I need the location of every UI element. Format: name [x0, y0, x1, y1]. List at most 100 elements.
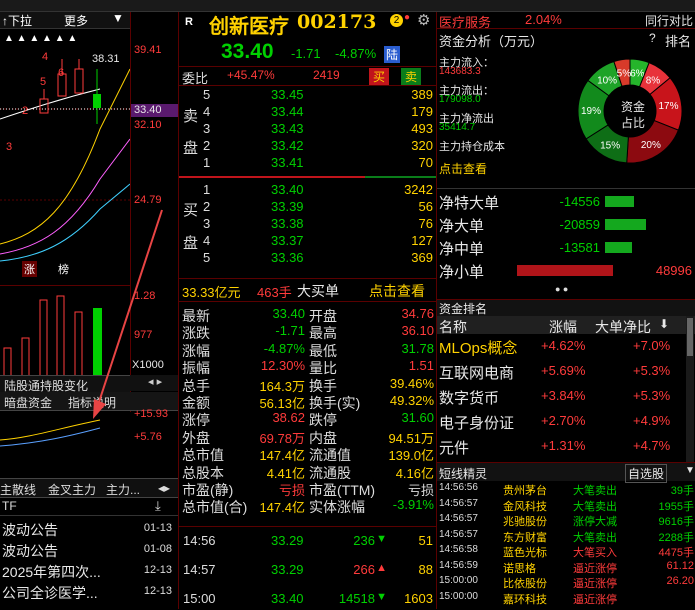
shortline-row[interactable]: 15:00:00 嘉环科技 逼近涨停	[437, 591, 695, 606]
quote-row: 最新 33.40 开盘 34.76	[179, 306, 437, 324]
quote-row: 总市值 147.4亿 流通值 139.0亿	[179, 445, 437, 463]
orderbook-price: 33.41	[271, 155, 304, 170]
donut-slice-label: 8%	[646, 75, 661, 86]
rank-net: +4.7%	[633, 438, 671, 453]
fund-rank-link[interactable]: 排名	[665, 31, 691, 50]
fund-rank-row[interactable]: MLOps概念 +4.62% +7.0%	[437, 336, 687, 358]
axis-price: 39.41	[134, 44, 162, 56]
tab-main-force[interactable]: 主力...	[106, 481, 140, 498]
orderbook-row[interactable]: 4 33.37 127	[179, 233, 437, 250]
news-item[interactable]: 波动公告 01-13	[0, 520, 178, 540]
toolbar-more-button[interactable]: 更多	[64, 12, 88, 29]
col-name[interactable]: 名称	[439, 317, 467, 337]
tick-price: 33.29	[271, 562, 304, 577]
left-toolbar: ↑下拉 更多 ▼	[0, 11, 130, 29]
rank-name: 元件	[439, 440, 470, 457]
shortline-stock: 金风科技	[503, 500, 547, 513]
arrow-down-icon: ▼	[376, 533, 387, 545]
orderbook-level: 1	[203, 182, 211, 197]
tab-scroll-icon[interactable]: ◂▸	[158, 481, 170, 495]
kline-count-label: 6	[58, 67, 65, 79]
netflow-label: 净大单	[439, 218, 485, 235]
svg-text:▲ ▲ ▲ ▲ ▲ ▲: ▲ ▲ ▲ ▲ ▲ ▲	[4, 33, 77, 44]
shortline-row[interactable]: 15:00:00 比依股份 逼近涨停 26.20	[437, 575, 695, 590]
quote-value: 164.3万	[259, 378, 305, 394]
kline-count-label: 2	[22, 105, 29, 117]
toolbar-pull-button[interactable]: ↑下拉	[2, 12, 32, 29]
netflow-list: 净特大单 -14556 净大单 -20859 净中单 -13581 净小单 48996	[437, 192, 695, 282]
orderbook-price: 33.38	[271, 216, 304, 231]
fund-rank-row[interactable]: 电子身份证 +2.70% +4.9%	[437, 411, 687, 433]
quote-row: 总股本 4.41亿 流通股 4.16亿	[179, 463, 437, 481]
orderbook-row[interactable]: 3 33.38 76	[179, 216, 437, 233]
orderbook-row[interactable]: 4 33.44 179	[179, 104, 437, 121]
orderbook-row[interactable]: 2 33.42 320	[179, 138, 437, 155]
netflow-bar	[605, 196, 634, 207]
shortline-filter-select[interactable]: 自选股	[625, 464, 668, 483]
buy-button[interactable]: 买	[369, 68, 390, 85]
orderbook-volume: 493	[411, 121, 433, 136]
shortline-row[interactable]: 14:56:57 兆驰股份 涨停大减 9616手	[437, 513, 695, 528]
pager-dots[interactable]: ● ●	[555, 284, 568, 294]
shortline-row[interactable]: 14:56:59 诺思格 逼近涨停 61.12	[437, 560, 695, 575]
axis-price: 32.10	[134, 119, 162, 131]
rank-scrollbar[interactable]	[686, 316, 694, 466]
chevron-down-icon[interactable]: ▼	[685, 465, 695, 476]
download-icon[interactable]: ⤓	[155, 498, 161, 514]
dropdown-icon[interactable]: ▼	[112, 11, 124, 25]
fund-rank-row[interactable]: 元件 +1.31% +4.7%	[437, 436, 687, 458]
peer-compare-link[interactable]: 同行对比	[645, 12, 693, 29]
shortline-row[interactable]: 14:56:57 东方财富 大笔卖出 2288手	[437, 529, 695, 544]
orderbook-volume: 70	[418, 155, 433, 170]
fund-rank-row[interactable]: 数字货币 +3.84% +5.3%	[437, 386, 687, 408]
info-icon[interactable]: 2	[390, 14, 403, 27]
shortline-row[interactable]: 14:56:56 贵州茅台 大笔卖出 39手	[437, 482, 695, 497]
orderbook-volume: 3242	[404, 182, 433, 197]
news-item[interactable]: 公司全诊医学... 12-13	[0, 583, 178, 603]
sector-name[interactable]: 医疗服务	[439, 12, 491, 31]
gear-icon[interactable]: ⚙	[417, 11, 430, 29]
shortline-type: 涨停大减	[573, 516, 617, 528]
news-item[interactable]: 2025年第四次... 12-13	[0, 562, 178, 582]
shortline-row[interactable]: 14:56:57 金风科技 大笔卖出 1955手	[437, 498, 695, 513]
tick-time: 14:56	[183, 533, 216, 548]
shortline-type: 大笔买入	[573, 547, 617, 559]
tab-golden-cross[interactable]: 金叉主力	[48, 481, 96, 498]
netflow-row: 净大单 -20859	[437, 215, 695, 235]
help-icon[interactable]: ?	[649, 31, 656, 45]
orderbook-row[interactable]: 5 33.45 389	[179, 87, 437, 104]
netflow-value: 48996	[655, 263, 692, 278]
orderbook-row[interactable]: 1 33.40 3242	[179, 182, 437, 199]
col-net[interactable]: 大单净比	[595, 317, 651, 337]
tab-main-retail[interactable]: 主散线	[0, 481, 36, 498]
col-pct[interactable]: 涨幅	[549, 317, 577, 337]
stock-name: 创新医疗	[209, 14, 289, 38]
tick-count: 51	[418, 533, 433, 548]
tick-volume: 266	[353, 562, 375, 577]
orderbook-row[interactable]: 3 33.43 493	[179, 121, 437, 138]
shortline-type: 逼近涨停	[573, 578, 617, 590]
quote-value: 56.13亿	[259, 396, 305, 411]
tab-dark-funds[interactable]: 暗盘资金	[4, 394, 52, 411]
buy-label: 盘	[183, 235, 199, 252]
stock-code: 002173	[297, 11, 377, 33]
sort-down-icon[interactable]: ⬇	[659, 317, 669, 331]
shortline-stock: 嘉环科技	[503, 593, 547, 606]
orderbook-row[interactable]: 1 33.41 70	[179, 155, 437, 172]
orderbook-volume: 389	[411, 87, 433, 102]
shortline-row[interactable]: 14:56:58 蓝色光标 大笔买入 4475手	[437, 544, 695, 559]
orderbook-price: 33.39	[271, 199, 304, 214]
news-item[interactable]: 波动公告 01-08	[0, 541, 178, 561]
quote-value: 49.32%	[389, 393, 434, 408]
netflow-row: 净特大单 -14556	[437, 192, 695, 212]
alert-icon[interactable]: ●	[404, 12, 410, 23]
big-order-link[interactable]: 点击查看	[369, 281, 425, 301]
fund-rank-row[interactable]: 互联网电商 +5.69% +5.3%	[437, 361, 687, 383]
fund-analysis-title: 资金分析（万元）	[439, 34, 544, 49]
orderbook-row[interactable]: 2 33.39 56	[179, 199, 437, 216]
orderbook-row[interactable]: 5 33.36 369	[179, 250, 437, 267]
sell-button[interactable]: 卖	[401, 68, 422, 85]
rank-net: +7.0%	[633, 338, 671, 353]
rank-net: +5.3%	[633, 388, 671, 403]
fund-detail-link[interactable]: 点击查看	[439, 160, 487, 177]
